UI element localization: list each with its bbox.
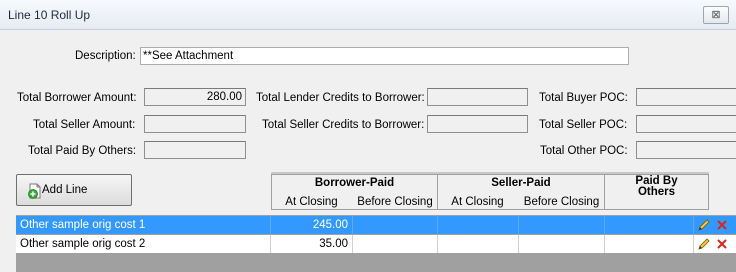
total-borrower-amount-field: 280.00 — [144, 88, 246, 106]
total-buyer-poc-field — [636, 88, 736, 106]
total-other-poc-field — [636, 141, 736, 159]
row-seller-at-closing[interactable] — [438, 235, 519, 253]
total-lender-credits-field — [427, 88, 528, 106]
row-seller-before-closing[interactable] — [519, 235, 605, 253]
total-paid-by-others-field — [144, 141, 246, 159]
row-borrower-at-closing[interactable]: 245.00 — [271, 216, 353, 234]
description-field[interactable]: **See Attachment — [140, 47, 629, 65]
delete-x-icon[interactable] — [714, 236, 730, 252]
title-bar: Line 10 Roll Up ⊠ — [0, 0, 736, 30]
seller-at-closing-header: At Closing — [451, 196, 504, 208]
row-seller-before-closing[interactable] — [519, 216, 605, 234]
row-borrower-before-closing[interactable] — [353, 216, 438, 234]
row-borrower-before-closing[interactable] — [353, 235, 438, 253]
paid-by-others-title: Paid By Others — [635, 175, 678, 198]
row-paid-by-others[interactable] — [605, 235, 694, 253]
total-paid-by-others-label: Total Paid By Others: — [28, 145, 137, 157]
total-lender-credits-label: Total Lender Credits to Borrower: — [256, 92, 425, 104]
borrower-paid-title: Borrower-Paid — [314, 177, 395, 189]
delete-x-icon[interactable] — [714, 217, 730, 233]
add-line-label: Add Line — [42, 184, 88, 196]
pencil-icon[interactable] — [696, 217, 712, 233]
total-buyer-poc-label: Total Buyer POC: — [539, 92, 628, 104]
description-value: **See Attachment — [143, 50, 234, 62]
total-seller-amount-label: Total Seller Amount: — [33, 119, 136, 131]
row-seller-at-closing[interactable] — [438, 216, 519, 234]
close-button[interactable]: ⊠ — [703, 6, 729, 24]
seller-before-closing-header: Before Closing — [523, 196, 600, 208]
row-borrower-at-closing[interactable]: 35.00 — [271, 235, 353, 253]
total-seller-poc-field — [636, 115, 736, 133]
total-borrower-amount-label: Total Borrower Amount: — [17, 92, 137, 104]
description-label: Description: — [75, 50, 136, 62]
add-document-icon — [28, 183, 41, 199]
add-line-button[interactable]: Add Line — [16, 174, 132, 206]
total-seller-amount-field — [144, 115, 246, 133]
total-other-poc-label: Total Other POC: — [540, 145, 628, 157]
pencil-icon[interactable] — [696, 236, 712, 252]
seller-paid-title: Seller-Paid — [491, 177, 551, 189]
row-name: Other sample orig cost 1 — [16, 216, 271, 234]
row-paid-by-others[interactable] — [605, 216, 694, 234]
borrower-at-closing-header: At Closing — [285, 196, 338, 208]
total-seller-poc-label: Total Seller POC: — [539, 119, 628, 131]
window-title: Line 10 Roll Up — [8, 8, 91, 22]
total-seller-credits-label: Total Seller Credits to Borrower: — [262, 119, 425, 131]
total-seller-credits-field — [427, 115, 528, 133]
table-row[interactable]: Other sample orig cost 1 245.00 — [16, 216, 736, 234]
total-borrower-amount-value: 280.00 — [206, 91, 242, 103]
close-icon: ⊠ — [711, 9, 721, 21]
borrower-before-closing-header: Before Closing — [357, 196, 433, 208]
table-row[interactable]: Other sample orig cost 2 35.00 — [16, 235, 736, 253]
row-name: Other sample orig cost 2 — [16, 235, 271, 253]
line-items-table: Other sample orig cost 1 245.00 Other sa… — [16, 215, 736, 272]
